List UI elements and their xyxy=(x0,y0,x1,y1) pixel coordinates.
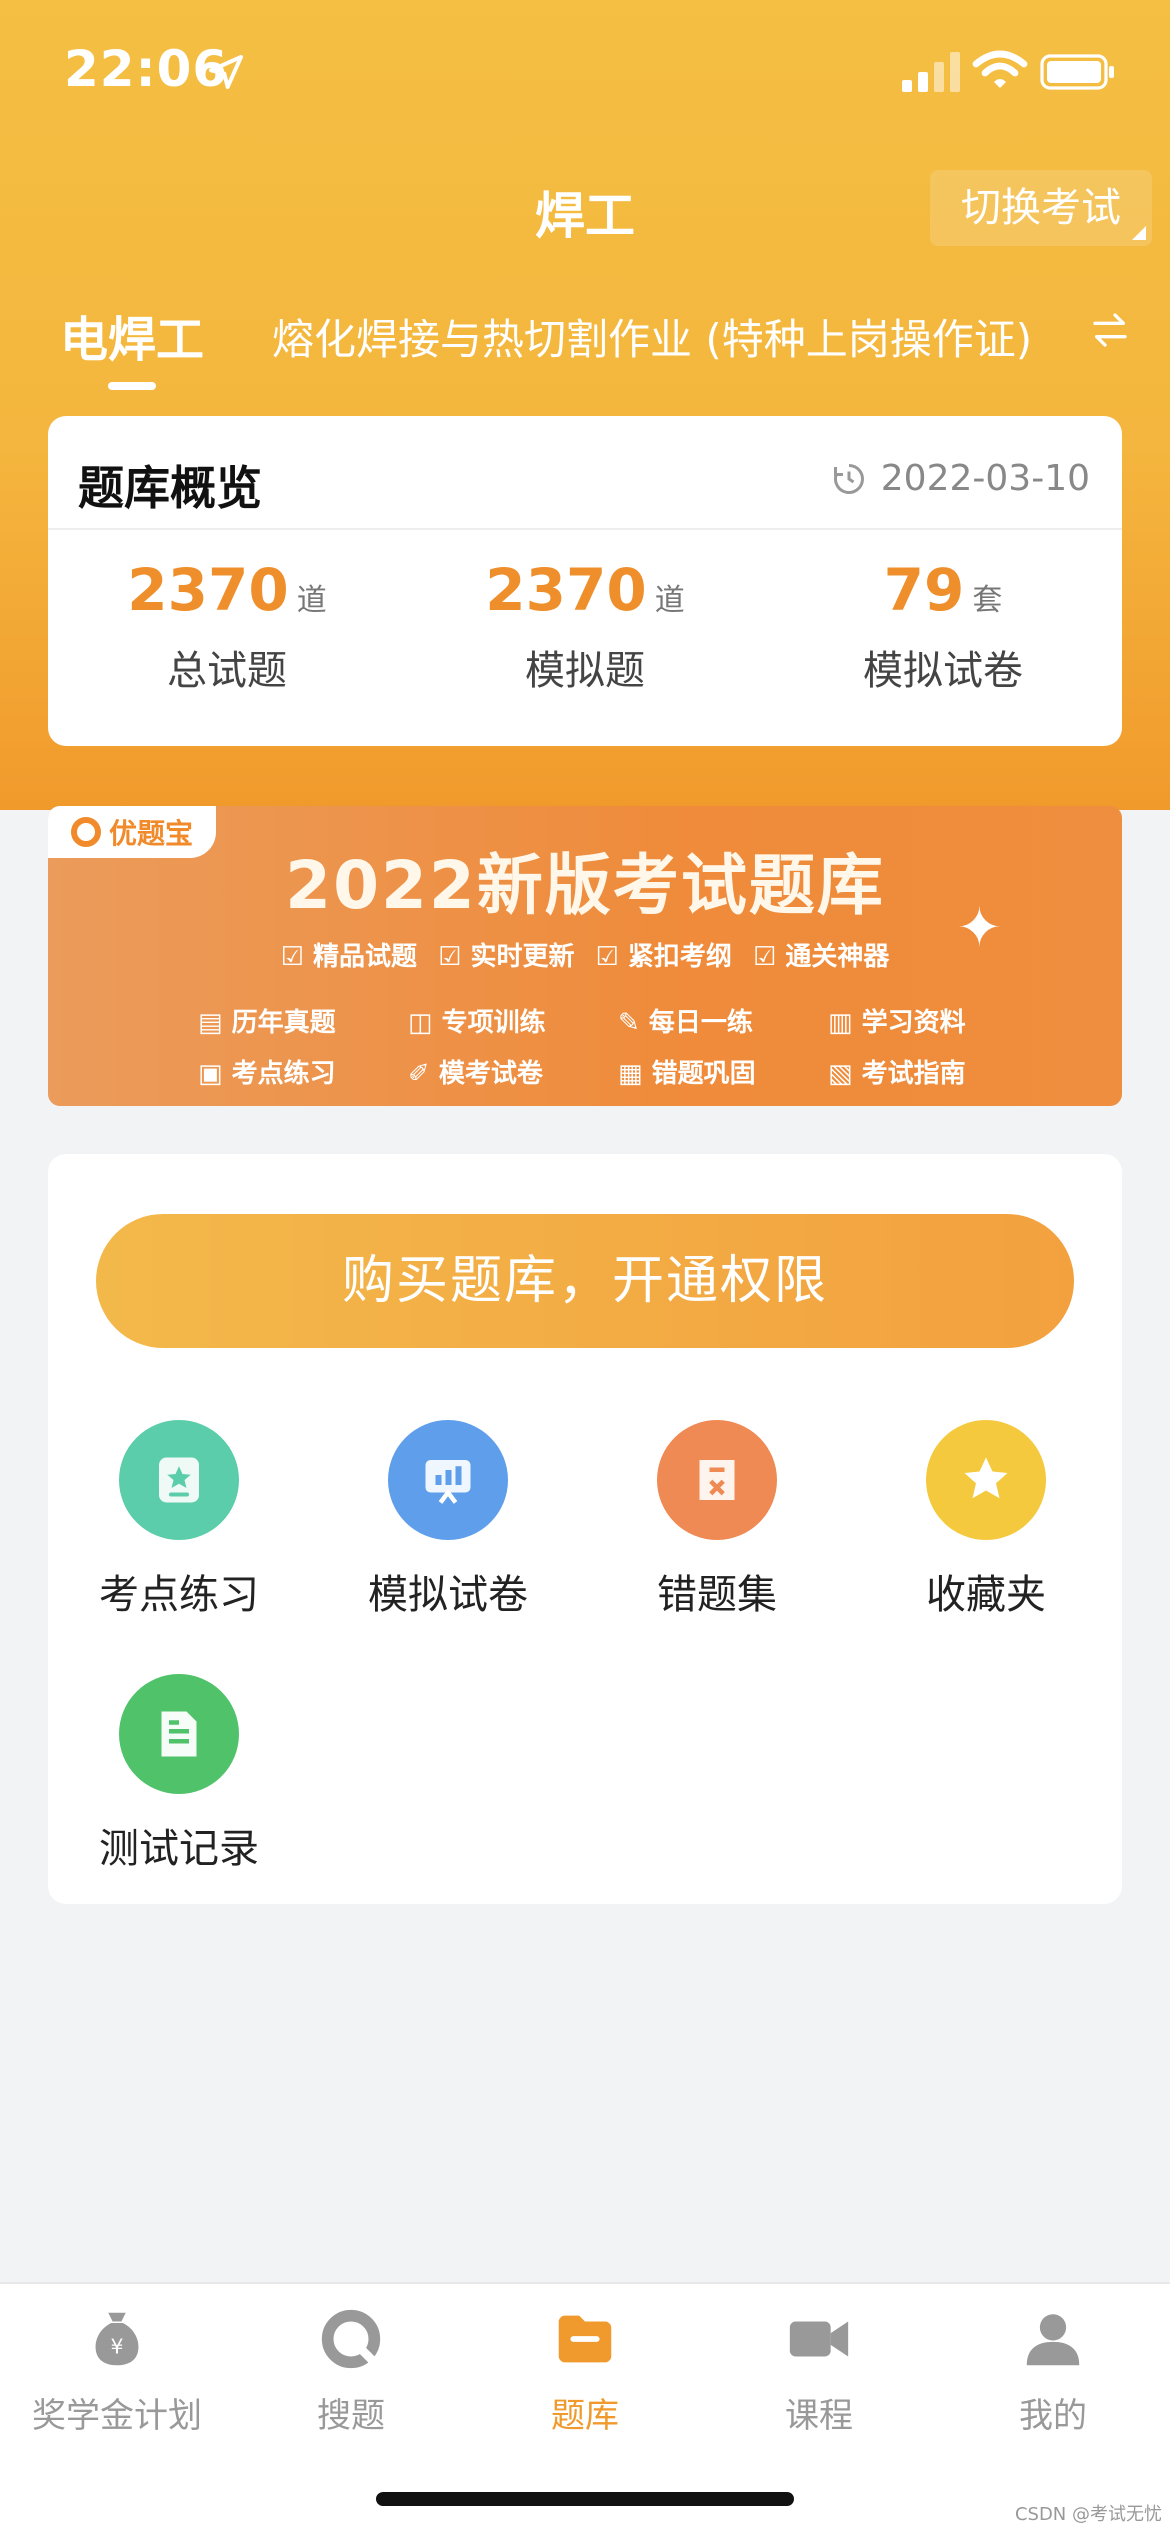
tool-key-point-practice[interactable]: 考点练习 xyxy=(79,1420,279,1620)
stat-value: 79 xyxy=(883,556,965,624)
tab-active-indicator xyxy=(108,382,156,390)
tool-label: 收藏夹 xyxy=(926,1572,1046,1618)
star-card-icon xyxy=(119,1420,239,1540)
battery-icon xyxy=(1040,54,1114,90)
tab-mine[interactable]: 我的 xyxy=(936,2304,1170,2437)
tools-card: 购买题库，开通权限 考点练习 模拟试卷 错题集 收藏夹 测试记录 xyxy=(48,1154,1122,1904)
person-icon xyxy=(1026,2314,1080,2366)
tab-label: 我的 xyxy=(1019,2396,1087,2436)
stat-total[interactable]: 2370 道 总试题 xyxy=(48,556,406,696)
home-indicator[interactable] xyxy=(376,2492,794,2506)
tab-search-questions[interactable]: 搜题 xyxy=(234,2304,468,2437)
tab-electric-welder[interactable]: 电焊工 xyxy=(60,300,204,370)
tool-favorites[interactable]: 收藏夹 xyxy=(886,1420,1086,1620)
banner-tag: ☑ 精品试题 xyxy=(280,942,418,972)
tab-label: 课程 xyxy=(785,2396,853,2436)
banner-feature: ▣ 考点练习 xyxy=(198,1059,336,1089)
banner-feature: ▤ 历年真题 xyxy=(198,1008,336,1038)
status-bar: 22:06 xyxy=(0,0,1170,150)
overview-header: 题库概览 2022-03-10 xyxy=(48,416,1122,530)
swap-arrows-icon[interactable] xyxy=(1090,310,1130,350)
tool-mock-exam[interactable]: 模拟试卷 xyxy=(348,1420,548,1620)
stat-label: 模拟试卷 xyxy=(863,648,1023,694)
update-date: 2022-03-10 xyxy=(831,458,1090,499)
tool-label: 错题集 xyxy=(657,1572,777,1618)
wifi-icon xyxy=(972,50,1028,88)
search-icon xyxy=(321,2309,381,2369)
banner-feature: ✐ 模考试卷 xyxy=(408,1059,543,1089)
error-file-icon xyxy=(657,1420,777,1540)
tab-courses[interactable]: 课程 xyxy=(702,2304,936,2437)
overview-card: 题库概览 2022-03-10 2370 道 总试题 2370 道 模拟题 79 套 … xyxy=(48,416,1122,746)
stat-unit: 道 xyxy=(654,583,685,618)
tool-test-records[interactable]: 测试记录 xyxy=(79,1674,279,1874)
svg-text:¥: ¥ xyxy=(111,2335,124,2359)
banner-feature: ▥ 学习资料 xyxy=(828,1008,966,1038)
stat-unit: 道 xyxy=(296,583,327,618)
location-arrow-icon xyxy=(209,55,243,89)
stat-mock-papers[interactable]: 79 套 模拟试卷 xyxy=(764,556,1122,696)
stat-mock-questions[interactable]: 2370 道 模拟题 xyxy=(406,556,764,696)
overview-title: 题库概览 xyxy=(78,461,262,515)
watermark: CSDN @考试无忧 xyxy=(1014,2504,1162,2525)
tab-fusion-welding[interactable]: 熔化焊接与热切割作业 (特种上岗操作证) xyxy=(272,306,1032,367)
status-time: 22:06 xyxy=(64,40,229,98)
stat-value: 2370 xyxy=(485,556,647,624)
corner-triangle-icon xyxy=(1132,226,1146,240)
banner-feature: ✎ 每日一练 xyxy=(618,1008,753,1038)
folder-icon xyxy=(558,2315,612,2363)
banner-tag: ☑ 通关神器 xyxy=(752,942,890,972)
star-icon xyxy=(926,1420,1046,1540)
switch-exam-button[interactable]: 切换考试 xyxy=(930,170,1152,246)
tab-label: 题库 xyxy=(551,2396,619,2436)
banner-feature: ▧ 考试指南 xyxy=(828,1059,966,1089)
buy-question-bank-button[interactable]: 购买题库，开通权限 xyxy=(96,1214,1074,1348)
stat-unit: 套 xyxy=(972,583,1003,618)
date-text: 2022-03-10 xyxy=(880,458,1090,499)
video-camera-icon xyxy=(789,2321,849,2357)
tool-label: 模拟试卷 xyxy=(368,1572,528,1618)
banner-tag: ☑ 实时更新 xyxy=(438,942,575,972)
stat-label: 总试题 xyxy=(167,648,287,694)
stat-label: 模拟题 xyxy=(525,648,645,694)
signal-icon xyxy=(902,52,960,92)
clock-icon xyxy=(833,463,864,494)
promo-banner[interactable]: 优题宝 2022新版考试题库 ✦ ☑ 精品试题 ☑ 实时更新 ☑ 紧扣考纲 ☑ … xyxy=(48,806,1122,1106)
banner-tags: ☑ 精品试题 ☑ 实时更新 ☑ 紧扣考纲 ☑ 通关神器 xyxy=(48,936,1122,973)
tab-label: 搜题 xyxy=(317,2396,385,2436)
document-icon xyxy=(119,1674,239,1794)
tab-label: 奖学金计划 xyxy=(32,2396,202,2436)
tool-label: 测试记录 xyxy=(99,1826,259,1872)
banner-tag: ☑ 紧扣考纲 xyxy=(595,942,732,972)
chart-board-icon xyxy=(388,1420,508,1540)
money-bag-icon: ¥ xyxy=(95,2312,139,2366)
tab-scholarship[interactable]: ¥ 奖学金计划 xyxy=(0,2304,234,2437)
banner-feature: ▦ 错题巩固 xyxy=(618,1059,756,1089)
tool-wrong-questions[interactable]: 错题集 xyxy=(617,1420,817,1620)
banner-features: ▤ 历年真题 ◫ 专项训练 ✎ 每日一练 ▥ 学习资料 ▣ 考点练习 ✐ 模考试… xyxy=(198,1002,1038,1090)
banner-feature: ◫ 专项训练 xyxy=(408,1008,546,1038)
stat-value: 2370 xyxy=(127,556,289,624)
tab-question-bank[interactable]: 题库 xyxy=(468,2304,702,2437)
switch-exam-label: 切换考试 xyxy=(961,185,1121,231)
tool-label: 考点练习 xyxy=(99,1572,259,1618)
